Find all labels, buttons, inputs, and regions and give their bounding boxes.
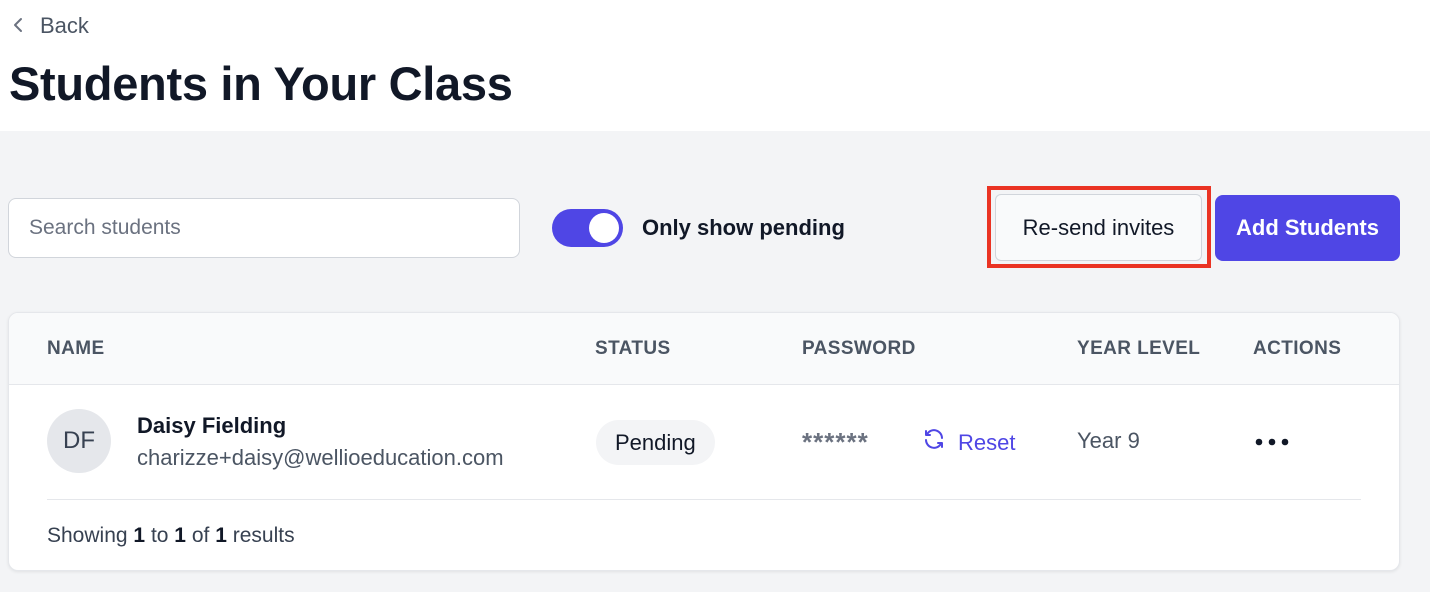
reset-label: Reset bbox=[958, 429, 1016, 455]
pending-toggle[interactable] bbox=[552, 209, 623, 247]
row-divider bbox=[47, 499, 1361, 500]
resend-invites-button[interactable]: Re-send invites bbox=[995, 194, 1202, 261]
summary-suffix: results bbox=[232, 524, 295, 547]
reset-password-button[interactable]: Reset bbox=[922, 427, 1015, 458]
toggle-knob bbox=[589, 213, 619, 243]
student-email: charizze+daisy@wellioeducation.com bbox=[137, 445, 504, 470]
back-label: Back bbox=[40, 13, 89, 38]
column-header-actions: ACTIONS bbox=[1253, 338, 1342, 359]
back-link[interactable]: Back bbox=[10, 12, 89, 40]
column-header-name: NAME bbox=[47, 338, 105, 359]
pagination-summary: Showing 1 to 1 of 1 results bbox=[47, 523, 295, 549]
status-badge: Pending bbox=[596, 420, 715, 465]
student-name: Daisy Fielding bbox=[137, 413, 287, 438]
column-header-status: STATUS bbox=[595, 338, 671, 359]
summary-total: 1 bbox=[215, 524, 227, 547]
refresh-icon bbox=[922, 427, 946, 458]
table-header: NAME STATUS PASSWORD YEAR LEVEL ACTIONS bbox=[9, 313, 1399, 385]
page-header: Back Students in Your Class bbox=[0, 0, 1430, 131]
add-students-button[interactable]: Add Students bbox=[1215, 195, 1400, 261]
column-header-password: PASSWORD bbox=[802, 338, 916, 359]
more-actions-button[interactable] bbox=[1249, 430, 1295, 454]
summary-from: 1 bbox=[133, 524, 146, 547]
summary-prefix: Showing bbox=[47, 524, 128, 547]
toggle-label: Only show pending bbox=[642, 215, 845, 240]
summary-of-word: of bbox=[191, 524, 210, 547]
avatar: DF bbox=[47, 409, 111, 473]
chevron-left-icon bbox=[10, 13, 26, 39]
search-input[interactable] bbox=[8, 198, 520, 258]
summary-to-word: to bbox=[150, 524, 169, 547]
year-level: Year 9 bbox=[1077, 428, 1140, 453]
password-mask: ****** bbox=[802, 427, 869, 457]
students-table: NAME STATUS PASSWORD YEAR LEVEL ACTIONS … bbox=[8, 312, 1400, 571]
summary-to: 1 bbox=[174, 524, 186, 547]
more-horizontal-icon bbox=[1255, 433, 1289, 451]
page-title: Students in Your Class bbox=[9, 57, 513, 110]
column-header-year-level: YEAR LEVEL bbox=[1077, 338, 1201, 359]
